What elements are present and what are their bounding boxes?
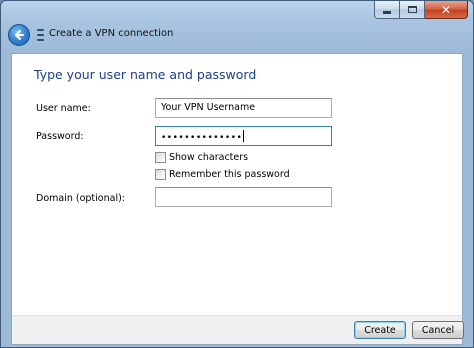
minimize-button[interactable] bbox=[374, 1, 400, 19]
back-arrow-icon bbox=[15, 30, 24, 40]
back-button[interactable] bbox=[8, 24, 30, 46]
username-field[interactable]: Your VPN Username bbox=[155, 98, 332, 118]
minimize-icon bbox=[383, 11, 391, 14]
username-value: Your VPN Username bbox=[161, 102, 256, 113]
wizard-footer: Create Cancel bbox=[11, 315, 464, 345]
close-icon: ✕ bbox=[440, 2, 452, 17]
password-mask: •••••••••••••• bbox=[161, 133, 243, 143]
wizard-content: Type your user name and password User na… bbox=[11, 53, 463, 315]
password-field[interactable]: •••••••••••••• bbox=[155, 126, 332, 146]
close-button[interactable]: ✕ bbox=[425, 1, 468, 19]
create-button[interactable]: Create bbox=[354, 321, 406, 339]
maximize-button[interactable] bbox=[400, 1, 425, 19]
show-characters-checkbox[interactable] bbox=[155, 152, 166, 163]
show-characters-label: Show characters bbox=[169, 152, 249, 163]
maximize-icon bbox=[407, 6, 417, 13]
password-label: Password: bbox=[36, 131, 84, 142]
remember-password-option[interactable]: Remember this password bbox=[155, 169, 290, 180]
cancel-button[interactable]: Cancel bbox=[412, 321, 464, 339]
caption-buttons: ✕ bbox=[374, 1, 468, 19]
remember-password-label: Remember this password bbox=[169, 169, 290, 180]
network-icon bbox=[37, 29, 44, 41]
remember-password-checkbox[interactable] bbox=[155, 169, 166, 180]
vpn-wizard-window: ✕ Create a VPN connection Type your user… bbox=[0, 0, 474, 348]
window-title: Create a VPN connection bbox=[49, 28, 174, 39]
page-heading: Type your user name and password bbox=[34, 67, 257, 82]
text-caret bbox=[243, 130, 245, 142]
username-label: User name: bbox=[36, 103, 91, 114]
show-characters-option[interactable]: Show characters bbox=[155, 152, 248, 163]
domain-field[interactable] bbox=[155, 187, 332, 207]
domain-label: Domain (optional): bbox=[36, 193, 125, 204]
